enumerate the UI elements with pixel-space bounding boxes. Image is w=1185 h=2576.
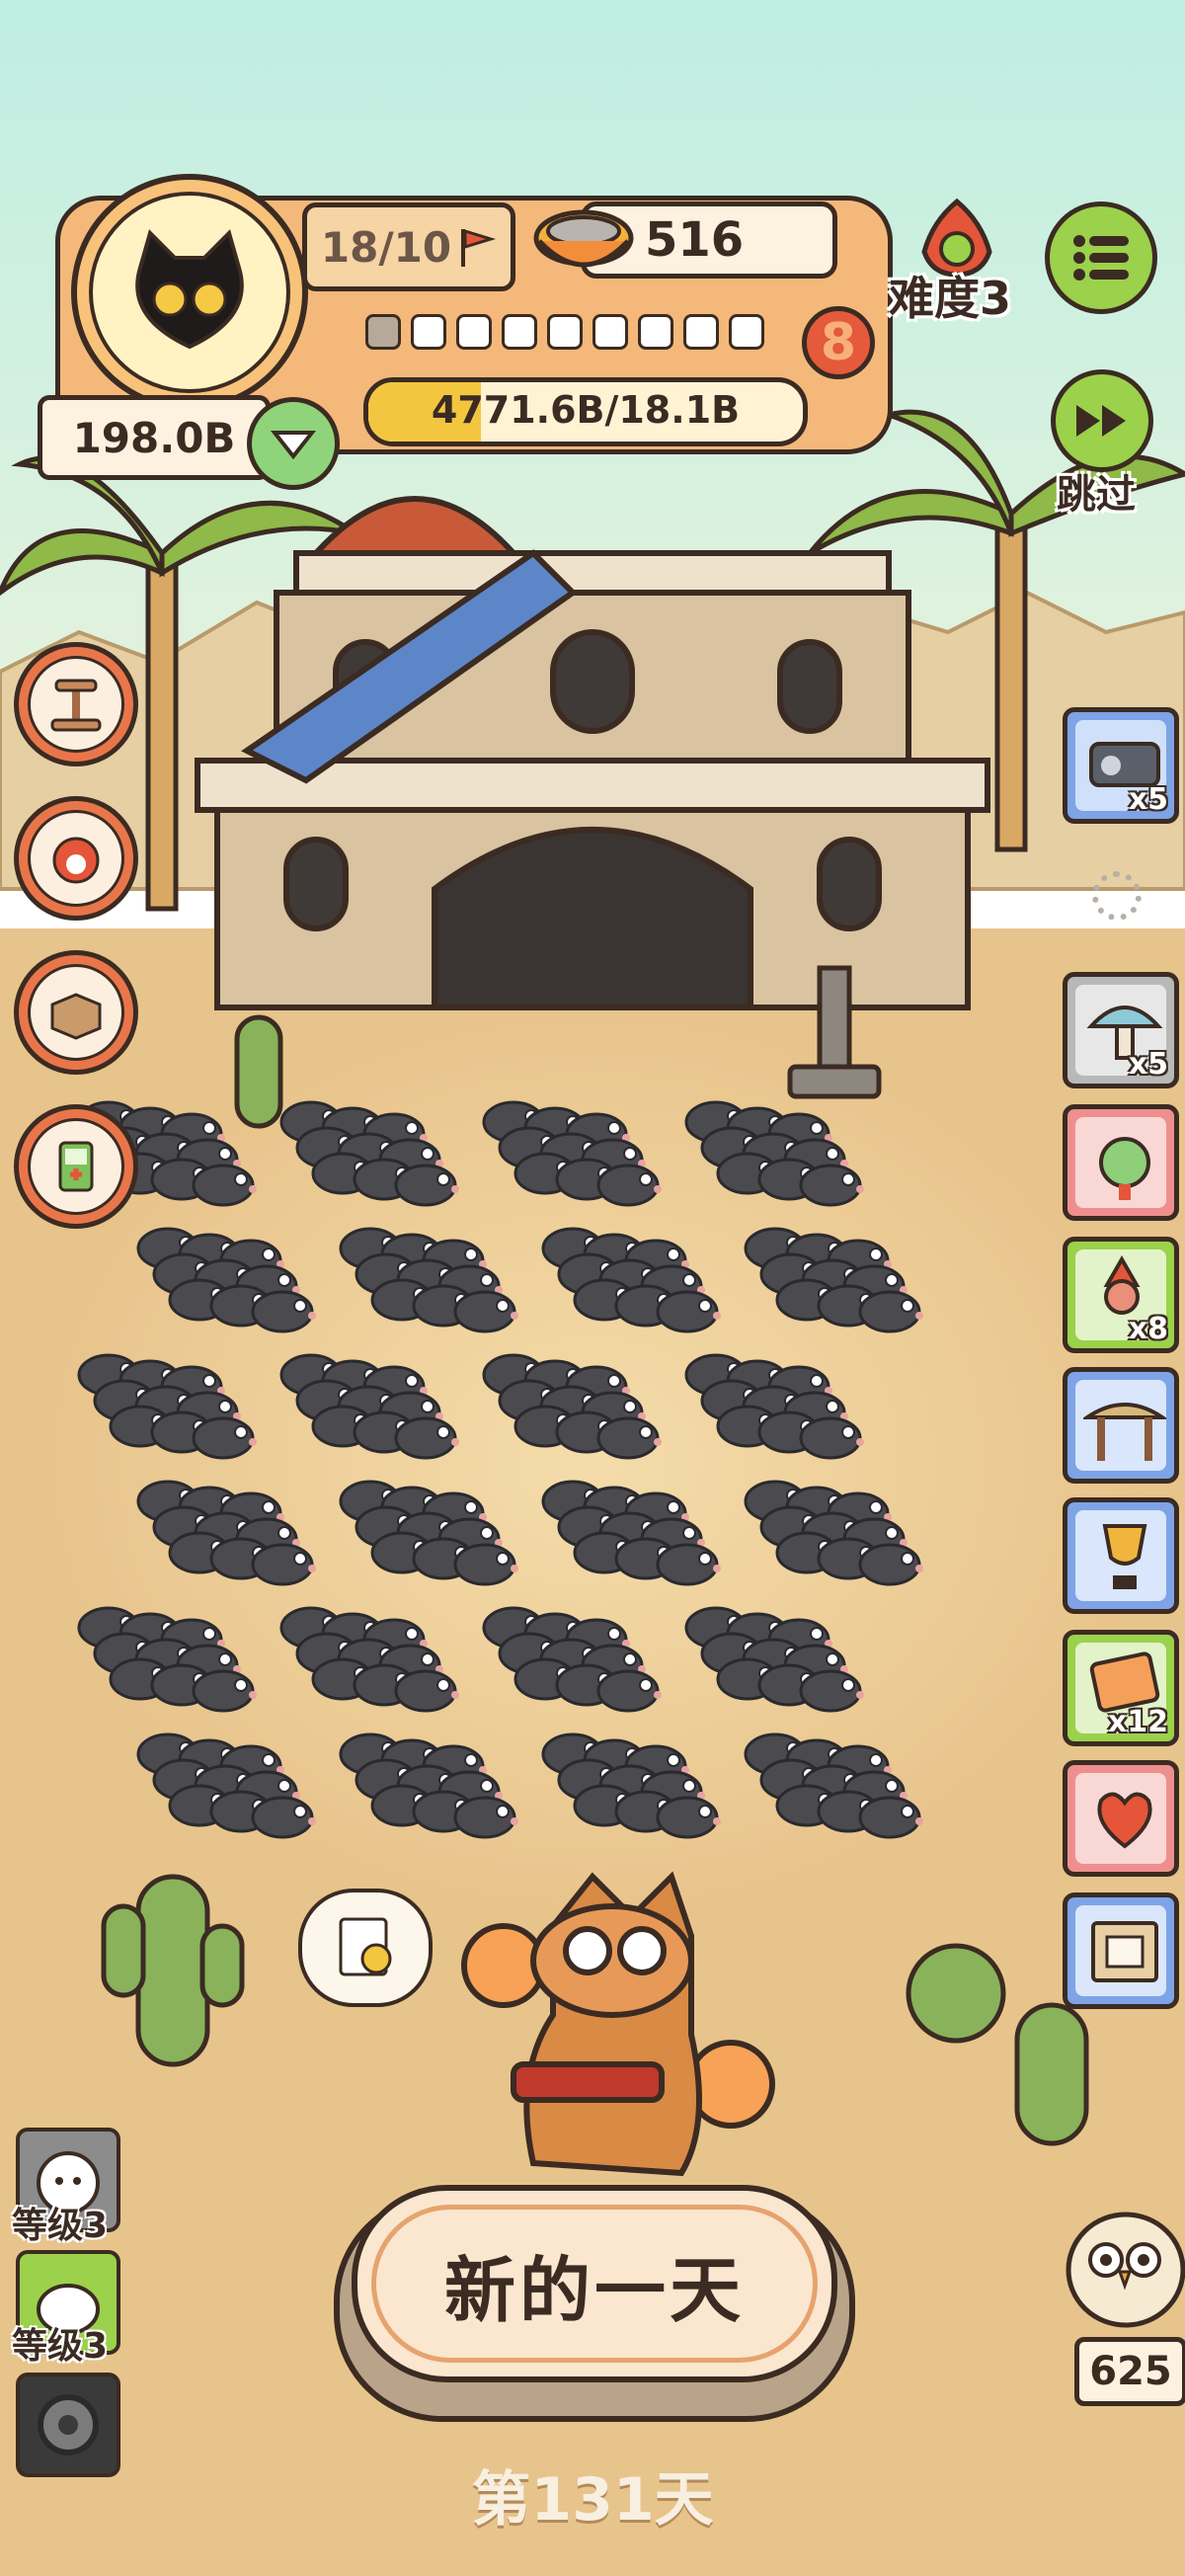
food-counter: 516 <box>645 212 745 268</box>
mole-sprite <box>453 1543 518 1586</box>
certificate-icon <box>339 1917 392 1976</box>
item-bell[interactable] <box>1063 1104 1179 1221</box>
flag-counter-box: 18/10 <box>302 202 515 291</box>
flag-icon <box>461 228 497 267</box>
item-gnome-count: x8 <box>1128 1312 1168 1346</box>
money-dropdown-button[interactable] <box>247 397 340 490</box>
progress-pip <box>729 314 764 350</box>
gear-icon <box>1092 871 1142 921</box>
progress-bar: 4771.6B/18.1B <box>363 377 808 446</box>
progress-pip <box>502 314 537 350</box>
trophy-icon <box>1102 1524 1147 1589</box>
item-gnome[interactable]: x8 <box>1063 1237 1179 1353</box>
mole-sprite <box>799 1416 864 1460</box>
cat-tree-button[interactable] <box>14 642 138 766</box>
new-day-label: 新的一天 <box>443 2248 745 2332</box>
mole-sprite <box>394 1669 459 1713</box>
heart-icon <box>1097 1792 1152 1849</box>
hud-level-badge: 8 <box>802 306 875 379</box>
flag-counter: 18/10 <box>320 222 452 272</box>
player-avatar[interactable] <box>71 174 308 411</box>
mole-sprite <box>656 1543 721 1586</box>
item-frame[interactable] <box>1063 1892 1179 2009</box>
food-bowl-icon <box>533 209 634 268</box>
owl-counter: 625 <box>1089 2349 1172 2394</box>
progress-pip <box>547 314 583 350</box>
mole-sprite <box>453 1796 518 1839</box>
item-mushroom-count: x5 <box>1128 1047 1168 1082</box>
mole-sprite <box>858 1796 923 1839</box>
handheld-console-icon <box>58 1141 94 1192</box>
mole-sprite <box>192 1669 257 1713</box>
fast-forward-icon <box>1076 405 1126 437</box>
mole-sprite <box>251 1796 316 1839</box>
progress-pip <box>365 314 401 350</box>
menu-icon <box>1073 235 1129 281</box>
mole-sprite <box>858 1543 923 1586</box>
avatar-frame <box>89 192 290 393</box>
skip-button[interactable] <box>1051 369 1153 472</box>
mole-sprite <box>799 1164 864 1207</box>
difficulty-label[interactable]: 难度3 <box>889 263 1011 328</box>
bell-icon <box>1099 1137 1150 1200</box>
progress-pip <box>638 314 673 350</box>
item-hut[interactable] <box>1063 1367 1179 1484</box>
progress-pip <box>411 314 446 350</box>
black-cat-avatar-icon <box>135 229 244 350</box>
red-cat-icon <box>52 837 100 884</box>
item-hearts[interactable] <box>1063 1760 1179 1877</box>
item-ticket-count: x12 <box>1107 1705 1168 1739</box>
cardboard-box-icon <box>50 993 102 1040</box>
game-console-button[interactable] <box>14 1104 138 1229</box>
progress-text: 4771.6B/18.1B <box>431 388 741 432</box>
pip-bar <box>365 314 800 360</box>
mole-sprite <box>192 1416 257 1460</box>
chevron-down-icon <box>271 431 316 460</box>
mole-sprite <box>596 1164 662 1207</box>
picture-frame-icon <box>1091 1921 1158 1982</box>
mole-army <box>77 1100 923 1839</box>
owl-icon <box>1066 2212 1185 2328</box>
progress-pip <box>456 314 492 350</box>
item-radio[interactable]: x5 <box>1063 707 1179 824</box>
level-label-2: 等级3 <box>12 2326 109 2367</box>
level-label-1: 等级3 <box>12 2206 109 2246</box>
progress-pip <box>683 314 719 350</box>
progress-pip <box>592 314 628 350</box>
item-radio-count: x5 <box>1128 782 1168 817</box>
money-value: 198.0B <box>72 413 236 462</box>
game-screen: 18/10 516 8 4771.6B/18.1B 198.0B 难度3 跳过 … <box>0 0 1185 2576</box>
new-day-button[interactable]: 新的一天 <box>352 2185 837 2382</box>
mole-sprite <box>596 1416 662 1460</box>
mole-sprite <box>394 1164 459 1207</box>
day-counter: 第131天 <box>471 2465 714 2535</box>
mole-sprite <box>858 1290 923 1333</box>
money-box: 198.0B <box>38 395 271 480</box>
mole-sprite <box>656 1796 721 1839</box>
cat-profile-button[interactable] <box>14 796 138 921</box>
menu-button[interactable] <box>1045 201 1157 314</box>
owl-counter-box[interactable]: 625 <box>1074 2337 1185 2406</box>
mole-sprite <box>596 1669 662 1713</box>
certificate-bubble[interactable] <box>298 1889 433 2007</box>
skip-label[interactable]: 跳过 <box>1057 462 1136 520</box>
straw-hut-icon <box>1083 1403 1166 1461</box>
mole-sprite <box>251 1543 316 1586</box>
mole-sprite <box>192 1164 257 1207</box>
mole-sprite <box>453 1290 518 1333</box>
hud-level-badge-value: 8 <box>820 313 857 372</box>
mole-sprite <box>656 1290 721 1333</box>
item-mushroom[interactable]: x5 <box>1063 972 1179 1088</box>
mole-sprite <box>799 1669 864 1713</box>
cat-tree-icon <box>50 679 102 732</box>
mole-sprite <box>394 1416 459 1460</box>
item-trophy[interactable] <box>1063 1497 1179 1614</box>
box-button[interactable] <box>14 950 138 1075</box>
mole-sprite <box>251 1290 316 1333</box>
item-ticket[interactable]: x12 <box>1063 1630 1179 1746</box>
